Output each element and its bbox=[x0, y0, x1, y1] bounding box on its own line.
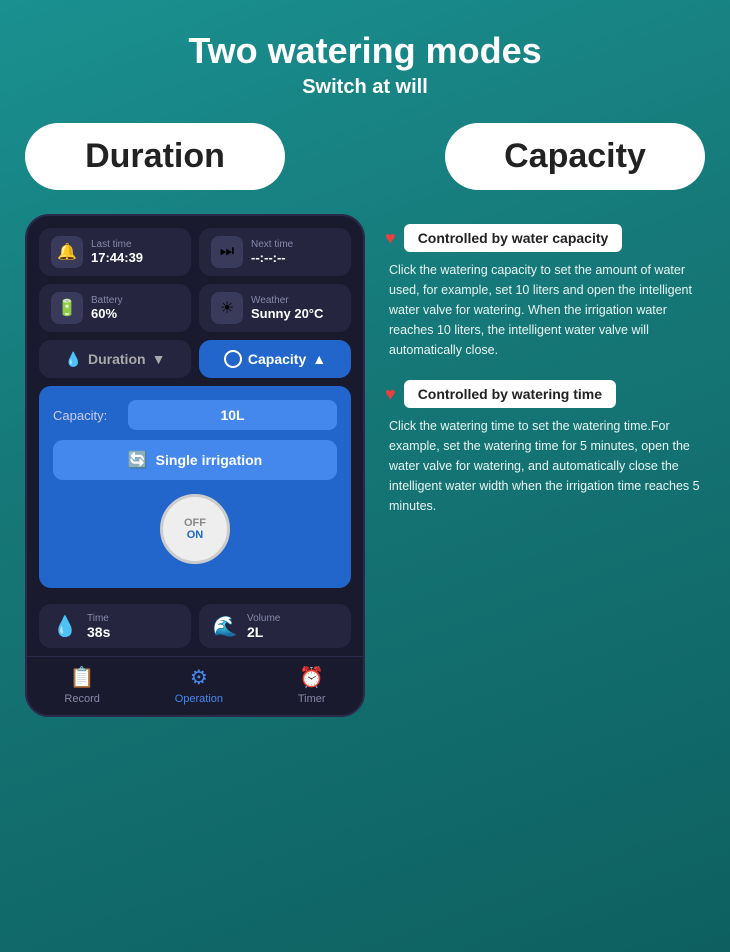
capacity-pill: Capacity bbox=[445, 123, 705, 190]
phone-bottom-stats: 💧 Time 38s 🌊 Volume 2L bbox=[27, 596, 363, 656]
weather-label: Weather bbox=[251, 295, 323, 306]
battery-icon: 🔋 bbox=[51, 292, 83, 324]
info-card-time: ♥ Controlled by watering time Click the … bbox=[385, 380, 705, 516]
nav-record[interactable]: 📋 Record bbox=[64, 665, 99, 705]
capacity-field-label: Capacity: bbox=[53, 408, 118, 423]
nav-operation-label: Operation bbox=[175, 693, 223, 705]
toggle-on-label: ON bbox=[187, 529, 204, 541]
duration-chevron-icon: ▼ bbox=[152, 351, 166, 367]
info-panel: ♥ Controlled by water capacity Click the… bbox=[385, 214, 705, 516]
page-wrapper: Two watering modes Switch at will Durati… bbox=[0, 0, 730, 952]
tab-capacity-label: Capacity bbox=[248, 351, 306, 367]
info-card-2-body: Click the watering time to set the water… bbox=[385, 416, 705, 516]
info-card-capacity: ♥ Controlled by water capacity Click the… bbox=[385, 224, 705, 360]
volume-stat-value: 2L bbox=[247, 624, 280, 640]
info-card-1-title-row: ♥ Controlled by water capacity bbox=[385, 224, 705, 252]
next-time-label: Next time bbox=[251, 239, 293, 250]
heart-icon-2: ♥ bbox=[385, 384, 396, 405]
mode-labels-row: Duration Capacity bbox=[25, 123, 705, 190]
refresh-icon: 🔄 bbox=[128, 450, 148, 470]
status-card-battery: 🔋 Battery 60% bbox=[39, 284, 191, 332]
timer-icon: ⏰ bbox=[299, 665, 324, 690]
capacity-panel: Capacity: 10L 🔄 Single irrigation OFF ON bbox=[39, 386, 351, 588]
time-stat-icon: 💧 bbox=[51, 612, 79, 640]
nav-timer[interactable]: ⏰ Timer bbox=[298, 665, 326, 705]
operation-icon: ⚙ bbox=[190, 665, 208, 690]
battery-value: 60% bbox=[91, 306, 123, 321]
next-time-value: --:--:-- bbox=[251, 250, 293, 265]
last-time-label: Last time bbox=[91, 239, 143, 250]
nav-timer-label: Timer bbox=[298, 693, 326, 705]
tab-capacity[interactable]: Capacity ▲ bbox=[199, 340, 351, 378]
heart-icon-1: ♥ bbox=[385, 228, 396, 249]
nav-operation[interactable]: ⚙ Operation bbox=[175, 665, 223, 705]
toggle-off-label: OFF bbox=[184, 517, 206, 529]
record-icon: 📋 bbox=[70, 665, 95, 690]
status-card-weather: ☀ Weather Sunny 20°C bbox=[199, 284, 351, 332]
phone-row2: 🔋 Battery 60% ☀ Weather Sunny 20°C bbox=[27, 284, 363, 340]
water-drop-icon: 💧 bbox=[65, 351, 82, 368]
time-stat-label: Time bbox=[87, 613, 110, 624]
irrigation-button[interactable]: 🔄 Single irrigation bbox=[53, 440, 337, 480]
capacity-value-box[interactable]: 10L bbox=[128, 400, 337, 430]
page-subtitle: Switch at will bbox=[302, 76, 428, 99]
volume-stat-label: Volume bbox=[247, 613, 280, 624]
bottom-stat-volume: 🌊 Volume 2L bbox=[199, 604, 351, 648]
capacity-chevron-icon: ▲ bbox=[312, 351, 326, 367]
phone-nav: 📋 Record ⚙ Operation ⏰ Timer bbox=[27, 656, 363, 715]
phone-mockup: 🔔 Last time 17:44:39 ⏭ Next time --:--:-… bbox=[25, 214, 365, 717]
page-title: Two watering modes bbox=[188, 30, 541, 72]
battery-label: Battery bbox=[91, 295, 123, 306]
info-card-1-title: Controlled by water capacity bbox=[404, 224, 623, 252]
mode-tabs: 💧 Duration ▼ Capacity ▲ bbox=[27, 340, 363, 386]
bottom-stat-time: 💧 Time 38s bbox=[39, 604, 191, 648]
tab-duration-label: Duration bbox=[88, 351, 146, 367]
phone-status-area: 🔔 Last time 17:44:39 ⏭ Next time --:--:-… bbox=[27, 216, 363, 284]
status-card-lasttime: 🔔 Last time 17:44:39 bbox=[39, 228, 191, 276]
time-stat-value: 38s bbox=[87, 624, 110, 640]
weather-icon: ☀ bbox=[211, 292, 243, 324]
capacity-row: Capacity: 10L bbox=[53, 400, 337, 430]
weather-value: Sunny 20°C bbox=[251, 306, 323, 321]
toggle-area: OFF ON bbox=[53, 494, 337, 564]
tab-duration[interactable]: 💧 Duration ▼ bbox=[39, 340, 191, 378]
info-card-1-body: Click the watering capacity to set the a… bbox=[385, 260, 705, 360]
last-time-value: 17:44:39 bbox=[91, 250, 143, 265]
duration-pill: Duration bbox=[25, 123, 285, 190]
irrigation-btn-label: Single irrigation bbox=[156, 452, 263, 468]
power-toggle[interactable]: OFF ON bbox=[160, 494, 230, 564]
content-area: 🔔 Last time 17:44:39 ⏭ Next time --:--:-… bbox=[25, 214, 705, 717]
nav-record-label: Record bbox=[64, 693, 99, 705]
next-time-icon: ⏭ bbox=[211, 236, 243, 268]
capacity-circle-icon bbox=[224, 350, 242, 368]
info-card-2-title-row: ♥ Controlled by watering time bbox=[385, 380, 705, 408]
last-time-icon: 🔔 bbox=[51, 236, 83, 268]
phone-inner: 🔔 Last time 17:44:39 ⏭ Next time --:--:-… bbox=[27, 216, 363, 715]
volume-stat-icon: 🌊 bbox=[211, 612, 239, 640]
status-card-nexttime: ⏭ Next time --:--:-- bbox=[199, 228, 351, 276]
info-card-2-title: Controlled by watering time bbox=[404, 380, 616, 408]
